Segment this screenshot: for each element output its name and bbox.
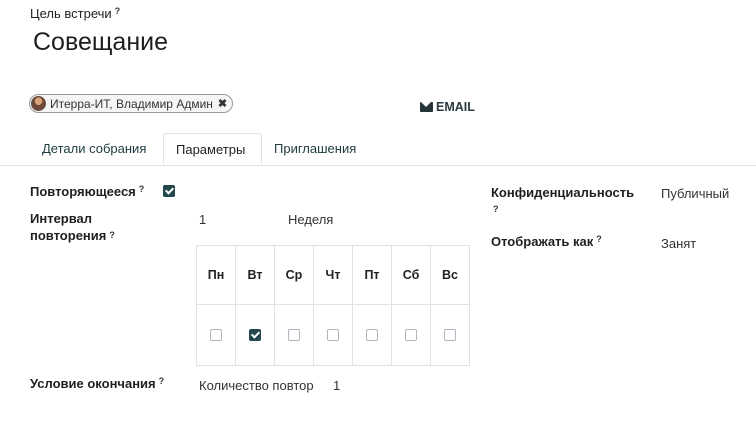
tab-invitations[interactable]: Приглашения — [262, 133, 368, 165]
weekday-checkbox-tue[interactable] — [249, 329, 261, 341]
help-icon[interactable]: ? — [159, 376, 165, 386]
end-condition-label: Условие окончания? — [30, 376, 165, 391]
weekday-checkbox-wed[interactable] — [288, 329, 300, 341]
weekday-checkbox-mon[interactable] — [210, 329, 222, 341]
weekday-header: Чт — [313, 245, 353, 305]
weekday-header: Вс — [430, 245, 470, 305]
avatar — [31, 96, 46, 111]
help-icon[interactable]: ? — [596, 234, 602, 244]
recurring-checkbox[interactable] — [163, 185, 175, 197]
help-icon[interactable]: ? — [115, 6, 121, 16]
attendee-name: Итерра-ИТ, Владимир Админ — [50, 96, 213, 111]
weekday-checkbox-fri[interactable] — [366, 329, 378, 341]
weekday-checkbox-thu[interactable] — [327, 329, 339, 341]
weekday-checkbox-sat[interactable] — [405, 329, 417, 341]
weekday-header: Вт — [235, 245, 275, 305]
attendee-tag[interactable]: Итерра-ИТ, Владимир Админ ✖ — [29, 94, 234, 113]
interval-unit-select[interactable]: Неделя — [288, 212, 333, 227]
help-icon[interactable]: ? — [139, 184, 145, 194]
weekday-header: Сб — [391, 245, 431, 305]
weekday-header: Пт — [352, 245, 392, 305]
end-type-select[interactable]: Количество повтор — [199, 378, 314, 393]
tab-bar: Детали собрания Параметры Приглашения — [0, 133, 756, 166]
help-icon[interactable]: ? — [493, 204, 499, 214]
tab-meeting-details[interactable]: Детали собрания — [30, 133, 158, 165]
interval-value-input[interactable]: 1 — [199, 212, 206, 227]
weekday-checkbox-sun[interactable] — [444, 329, 456, 341]
remove-attendee-icon[interactable]: ✖ — [218, 97, 227, 110]
end-count-input[interactable]: 1 — [333, 378, 340, 393]
help-icon[interactable]: ? — [109, 230, 115, 240]
weekday-header: Пн — [196, 245, 236, 305]
meeting-title-input[interactable]: Совещание — [33, 28, 168, 57]
privacy-select[interactable]: Публичный — [661, 186, 729, 201]
envelope-icon — [420, 102, 433, 112]
recurring-label: Повторяющееся? — [30, 184, 145, 199]
show-as-select[interactable]: Занят — [661, 236, 696, 251]
tab-parameters[interactable]: Параметры — [163, 133, 262, 165]
weekday-header: Ср — [274, 245, 314, 305]
privacy-label: Конфиденциальность ? — [491, 185, 635, 214]
email-button[interactable]: EMAIL — [420, 100, 475, 114]
email-button-label: EMAIL — [436, 100, 475, 114]
interval-label: Интервал повторения? — [30, 211, 115, 243]
weekday-table: Пн Вт Ср Чт Пт Сб Вс — [196, 245, 470, 366]
goal-label: Цель встречи? — [30, 6, 121, 21]
show-as-label: Отображать как? — [491, 234, 602, 249]
